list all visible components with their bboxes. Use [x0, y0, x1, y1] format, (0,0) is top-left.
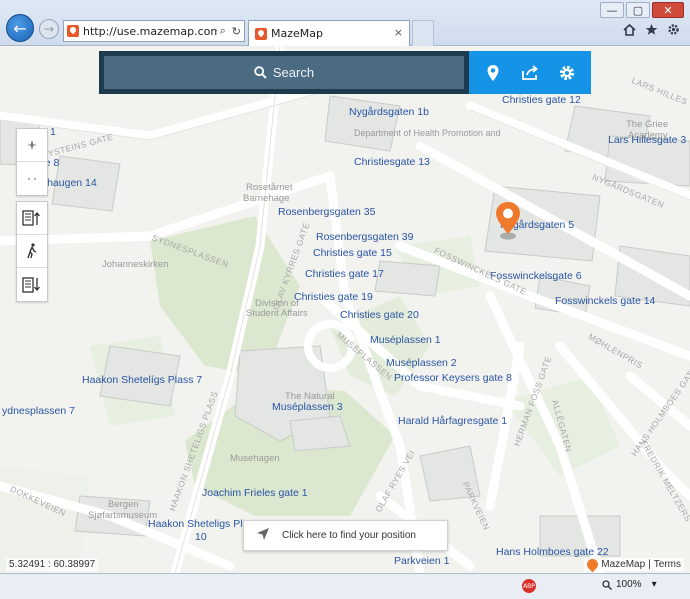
map-label[interactable]: Muséplassen 3: [272, 401, 343, 413]
map-label[interactable]: Fosswinckels gate 14: [555, 295, 655, 307]
back-arrow-icon: ←: [13, 18, 27, 38]
map-label[interactable]: Christies gate 20: [340, 309, 419, 321]
coordinates-readout: 5.32491 : 60.38997: [6, 558, 99, 571]
map-canvas[interactable]: Nygårdsgaten 1b Department of Health Pro…: [0, 46, 690, 573]
map-label[interactable]: Hans Holmboes gate 22: [496, 546, 609, 558]
address-url[interactable]: http://use.mazemap.com/: [83, 25, 217, 38]
share-button[interactable]: [515, 58, 545, 88]
tools-gear-icon[interactable]: [667, 23, 680, 36]
poi-label: Barnehage: [243, 193, 290, 204]
poi-label: The Griee: [626, 119, 669, 130]
mazemap-logo-icon: [584, 556, 601, 573]
zoom-dropdown-icon[interactable]: ▾: [652, 579, 657, 590]
map-label[interactable]: Rosenbergsgaten 35: [278, 206, 376, 218]
tab-close-icon[interactable]: ×: [394, 26, 403, 39]
forward-button[interactable]: →: [39, 19, 59, 39]
poi-label: Musehagen: [230, 453, 280, 464]
location-pin-button[interactable]: [478, 58, 508, 88]
find-position-label: Click here to find your position: [282, 530, 416, 541]
map-nav-controls: [16, 128, 48, 196]
map-label[interactable]: 1: [50, 126, 56, 138]
map-label[interactable]: Muséplassen 1: [370, 334, 441, 346]
walking-person-icon: [27, 243, 37, 259]
search-actions: [469, 51, 591, 94]
map-label[interactable]: Department of Health Promotion and: [354, 128, 501, 139]
map-label[interactable]: Christies gate 17: [305, 268, 384, 280]
walking-button[interactable]: [17, 235, 47, 268]
settings-button[interactable]: [552, 58, 582, 88]
dots-icon: [28, 177, 36, 180]
window-controls: — ▢ ✕: [600, 2, 684, 18]
map-label[interactable]: Parkveien 1: [394, 555, 449, 567]
location-pin-icon: [487, 64, 499, 81]
close-window-button[interactable]: ✕: [652, 2, 684, 18]
browser-toolbar: [623, 23, 680, 36]
poi-label: Academy: [628, 130, 668, 141]
search-label: Search: [272, 65, 315, 80]
attribution-brand[interactable]: MazeMap: [601, 559, 645, 570]
poi-label: Johanneskirken: [102, 259, 169, 270]
blocked-content-label: ABP: [523, 582, 535, 590]
find-position-button[interactable]: Click here to find your position: [243, 520, 448, 551]
map-label[interactable]: Rosenbergsgaten 39: [316, 231, 414, 243]
map-label[interactable]: Haakon Sheteligs Plas: [148, 518, 254, 530]
compass-button[interactable]: [17, 129, 47, 162]
home-icon[interactable]: [623, 23, 636, 36]
address-bar[interactable]: http://use.mazemap.com/ ⌕ ↻: [63, 20, 245, 42]
site-favicon-icon: [67, 25, 79, 37]
navigation-arrow-icon: [244, 527, 282, 544]
dots-button[interactable]: [17, 162, 47, 195]
search-input[interactable]: Search: [104, 56, 464, 89]
map-label[interactable]: Christies gate 12: [502, 94, 581, 106]
floor-down-icon: [22, 276, 40, 293]
zoom-level: 100%: [616, 579, 642, 590]
settings-gear-icon: [559, 65, 574, 80]
minimize-button[interactable]: —: [600, 2, 624, 18]
browser-chrome: — ▢ ✕ ← → http://use.mazemap.com/ ⌕ ↻ Ma…: [0, 0, 690, 46]
compass-icon: [27, 140, 37, 150]
attribution-separator: |: [648, 559, 651, 570]
floor-down-button[interactable]: [17, 268, 47, 301]
back-button[interactable]: ←: [6, 14, 34, 42]
poi-label: Sjøfartsmuseum: [88, 510, 158, 521]
floor-up-icon: [22, 210, 40, 226]
search-field-container: Search: [99, 51, 469, 94]
browser-status-bar: ABP 100% ▾: [0, 573, 690, 599]
attribution: MazeMap | Terms: [584, 556, 684, 573]
map-label[interactable]: Professor Keysers gate 8: [394, 372, 512, 384]
attribution-terms-link[interactable]: Terms: [654, 559, 681, 570]
poi-label: The Natural: [285, 391, 335, 402]
address-search-icon[interactable]: ⌕: [220, 24, 226, 38]
map-label[interactable]: Muséplassen 2: [386, 357, 457, 369]
zoom-icon: [602, 579, 612, 590]
favorites-star-icon[interactable]: [645, 23, 658, 36]
forward-arrow-icon: →: [43, 22, 55, 36]
map-label[interactable]: ydnesplassen 7: [2, 405, 75, 417]
maximize-button[interactable]: ▢: [626, 2, 650, 18]
tab-title: MazeMap: [271, 27, 323, 40]
new-tab-button[interactable]: [412, 20, 434, 46]
map-label[interactable]: Joachim Frieles gate 1: [202, 487, 308, 499]
search-icon: [254, 66, 267, 79]
map-label[interactable]: Harald Hårfagresgate 1: [398, 415, 507, 427]
zoom-control[interactable]: 100% ▾: [602, 579, 657, 590]
map-label[interactable]: Christies gate 15: [313, 247, 392, 259]
map-label[interactable]: Nygårdsgaten 1b: [349, 106, 429, 118]
tab-favicon-icon: [255, 27, 267, 40]
map-label[interactable]: Christiesgate 13: [354, 156, 430, 168]
search-bar: Search: [99, 51, 591, 94]
poi-label: Rosetårnet: [246, 182, 293, 193]
floor-controls: [16, 201, 48, 302]
refresh-icon[interactable]: ↻: [232, 25, 241, 38]
tab-mazemap[interactable]: MazeMap ×: [248, 20, 410, 46]
map-label[interactable]: Christies gate 19: [294, 291, 373, 303]
location-marker-icon[interactable]: [493, 200, 523, 240]
blocked-content-icon[interactable]: ABP: [522, 579, 536, 593]
map-label[interactable]: 10: [195, 531, 207, 543]
floor-up-button[interactable]: [17, 202, 47, 235]
poi-label: Bergen: [108, 499, 139, 510]
share-icon: [522, 64, 538, 80]
map-label[interactable]: Haakon Shetelígs Plass 7: [82, 374, 202, 386]
